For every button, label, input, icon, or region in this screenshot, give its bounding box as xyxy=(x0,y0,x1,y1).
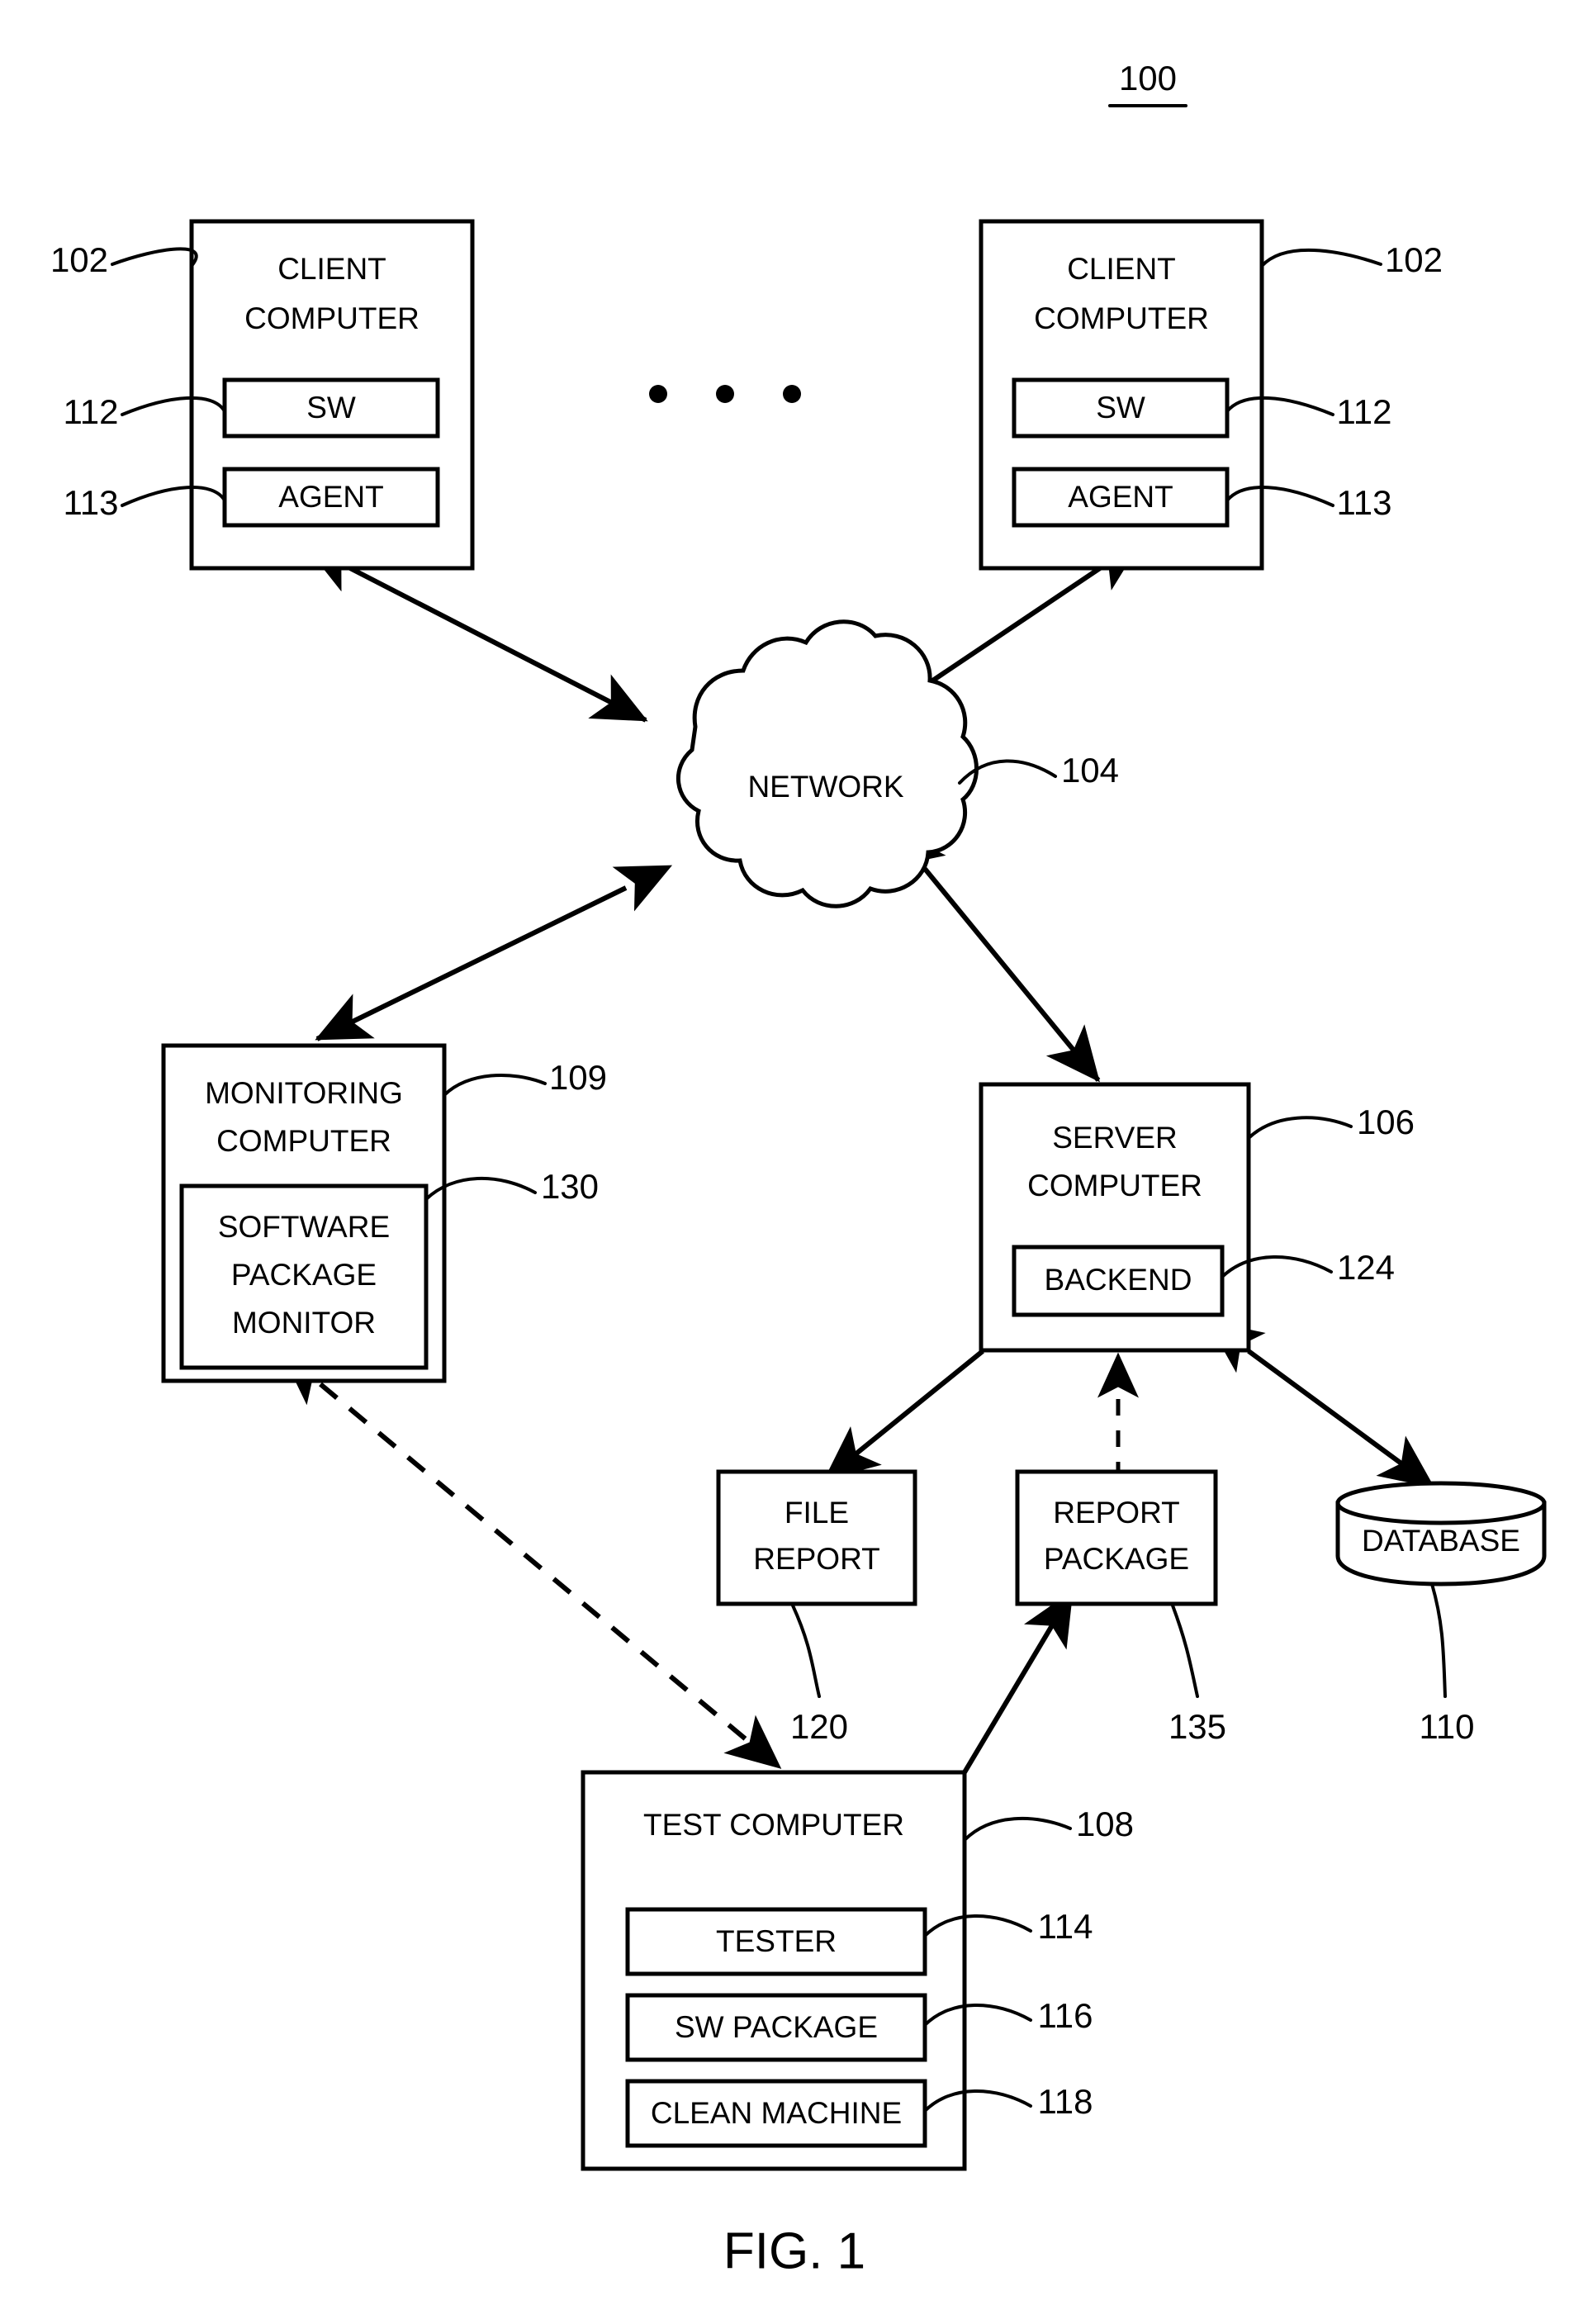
ellipsis-dot-3 xyxy=(783,385,801,403)
connector-network-monitoring xyxy=(315,865,673,1041)
tester-label: TESTER xyxy=(716,1924,837,1958)
leader-109 xyxy=(443,1073,547,1097)
ref-113-left: 113 xyxy=(64,483,119,522)
ref-130: 130 xyxy=(541,1167,599,1206)
ref-116: 116 xyxy=(1038,1996,1093,2035)
file-report-reference-leader: 120 xyxy=(790,1604,848,1746)
file-report-label-line1: FILE xyxy=(785,1496,849,1530)
server-computer-title-line2: COMPUTER xyxy=(1027,1169,1202,1202)
ref-112-right: 112 xyxy=(1337,392,1392,431)
file-report[interactable]: FILE REPORT xyxy=(716,1469,917,1606)
client-right-sw-label: SW xyxy=(1096,391,1145,424)
connector-test-computer-report-package xyxy=(962,1590,1074,1774)
software-package-monitor-label-line1: SOFTWARE xyxy=(218,1210,390,1244)
ref-135: 135 xyxy=(1168,1707,1226,1746)
connector-server-file-report xyxy=(823,1349,984,1481)
ellipsis-dot-1 xyxy=(649,385,667,403)
leader-110 xyxy=(1430,1582,1447,1698)
client-computer-left-title-line2: COMPUTER xyxy=(244,301,420,335)
database-label: DATABASE xyxy=(1362,1524,1520,1558)
client-right-agent-label: AGENT xyxy=(1068,480,1173,514)
leader-135 xyxy=(1171,1604,1199,1698)
server-computer-title-line1: SERVER xyxy=(1052,1121,1178,1155)
leader-106 xyxy=(1247,1116,1353,1140)
ref-124: 124 xyxy=(1337,1248,1395,1287)
system-reference-label: 100 xyxy=(1108,59,1187,107)
software-package-monitor-label-line2: PACKAGE xyxy=(231,1258,377,1292)
network-cloud-shape[interactable] xyxy=(675,619,979,908)
ref-118: 118 xyxy=(1038,2082,1093,2121)
monitoring-computer[interactable]: MONITORING COMPUTER SOFTWARE PACKAGE MON… xyxy=(161,1043,447,1383)
report-package[interactable]: REPORT PACKAGE xyxy=(1015,1469,1218,1606)
report-package-label-line2: PACKAGE xyxy=(1044,1542,1189,1576)
monitoring-computer-title-line1: MONITORING xyxy=(205,1076,403,1110)
monitoring-computer-title-line2: COMPUTER xyxy=(216,1124,391,1158)
file-report-label-line2: REPORT xyxy=(753,1542,880,1576)
database-cylinder-top xyxy=(1335,1481,1547,1525)
client-left-sw-label: SW xyxy=(306,391,356,424)
connector-server-database xyxy=(1206,1321,1435,1489)
system-label-text: 100 xyxy=(1119,59,1177,97)
network-cloud[interactable]: NETWORK xyxy=(675,619,979,908)
report-package-reference-leader: 135 xyxy=(1168,1604,1226,1746)
connector-monitoring-test-computer xyxy=(281,1351,782,1770)
clean-machine-label: CLEAN MACHINE xyxy=(651,2096,902,2130)
ref-120: 120 xyxy=(790,1707,848,1746)
client-computer-left[interactable]: CLIENT COMPUTER SW AGENT xyxy=(189,219,475,571)
database[interactable]: DATABASE xyxy=(1335,1481,1547,1586)
leader-108 xyxy=(963,1816,1072,1842)
monitoring-computer-reference-leaders: 109 130 xyxy=(424,1058,607,1206)
software-package-monitor-label-line3: MONITOR xyxy=(232,1306,376,1340)
ref-112-left: 112 xyxy=(64,392,119,431)
client-computer-right[interactable]: CLIENT COMPUTER SW AGENT xyxy=(979,219,1264,571)
patent-figure-1: 100 CLIENT COMPUTER SW AGENT 102 112 113… xyxy=(0,0,1588,2324)
test-computer[interactable]: TEST COMPUTER TESTER SW PACKAGE CLEAN MA… xyxy=(581,1770,967,2171)
server-computer-reference-leaders: 106 124 xyxy=(1221,1103,1415,1287)
ref-106: 106 xyxy=(1357,1103,1415,1141)
sw-package-label: SW PACKAGE xyxy=(675,2010,878,2044)
diagram-canvas: 100 CLIENT COMPUTER SW AGENT 102 112 113… xyxy=(50,59,1547,2279)
ellipsis-between-clients xyxy=(649,385,801,403)
network-label: NETWORK xyxy=(747,770,903,804)
report-package-box[interactable] xyxy=(1015,1469,1218,1606)
network-reference-leader: 104 xyxy=(958,751,1119,790)
client-computer-right-title-line2: COMPUTER xyxy=(1034,301,1209,335)
ref-113-right: 113 xyxy=(1337,483,1392,522)
figure-caption: FIG. 1 xyxy=(723,2222,865,2279)
ellipsis-dot-2 xyxy=(716,385,734,403)
client-computer-right-title-line1: CLIENT xyxy=(1067,252,1176,286)
server-computer[interactable]: SERVER COMPUTER BACKEND xyxy=(979,1082,1251,1353)
report-package-label-line1: REPORT xyxy=(1053,1496,1180,1530)
file-report-box[interactable] xyxy=(716,1469,917,1606)
connector-client-left-network xyxy=(304,544,648,723)
ref-102-left: 102 xyxy=(50,240,108,279)
backend-label: BACKEND xyxy=(1045,1263,1192,1297)
ref-110: 110 xyxy=(1420,1707,1475,1746)
ref-109: 109 xyxy=(549,1058,607,1097)
test-computer-title: TEST COMPUTER xyxy=(643,1808,904,1842)
connector-network-server xyxy=(892,828,1101,1083)
leader-102-left xyxy=(111,247,198,268)
ref-108: 108 xyxy=(1076,1805,1134,1843)
leader-102-right xyxy=(1260,248,1382,268)
ref-104: 104 xyxy=(1061,751,1119,790)
ref-102-right: 102 xyxy=(1385,240,1443,279)
client-left-agent-label: AGENT xyxy=(278,480,383,514)
ref-114: 114 xyxy=(1038,1907,1093,1946)
leader-120 xyxy=(791,1604,821,1698)
client-computer-left-title-line1: CLIENT xyxy=(277,252,386,286)
database-reference-leader: 110 xyxy=(1420,1582,1475,1746)
